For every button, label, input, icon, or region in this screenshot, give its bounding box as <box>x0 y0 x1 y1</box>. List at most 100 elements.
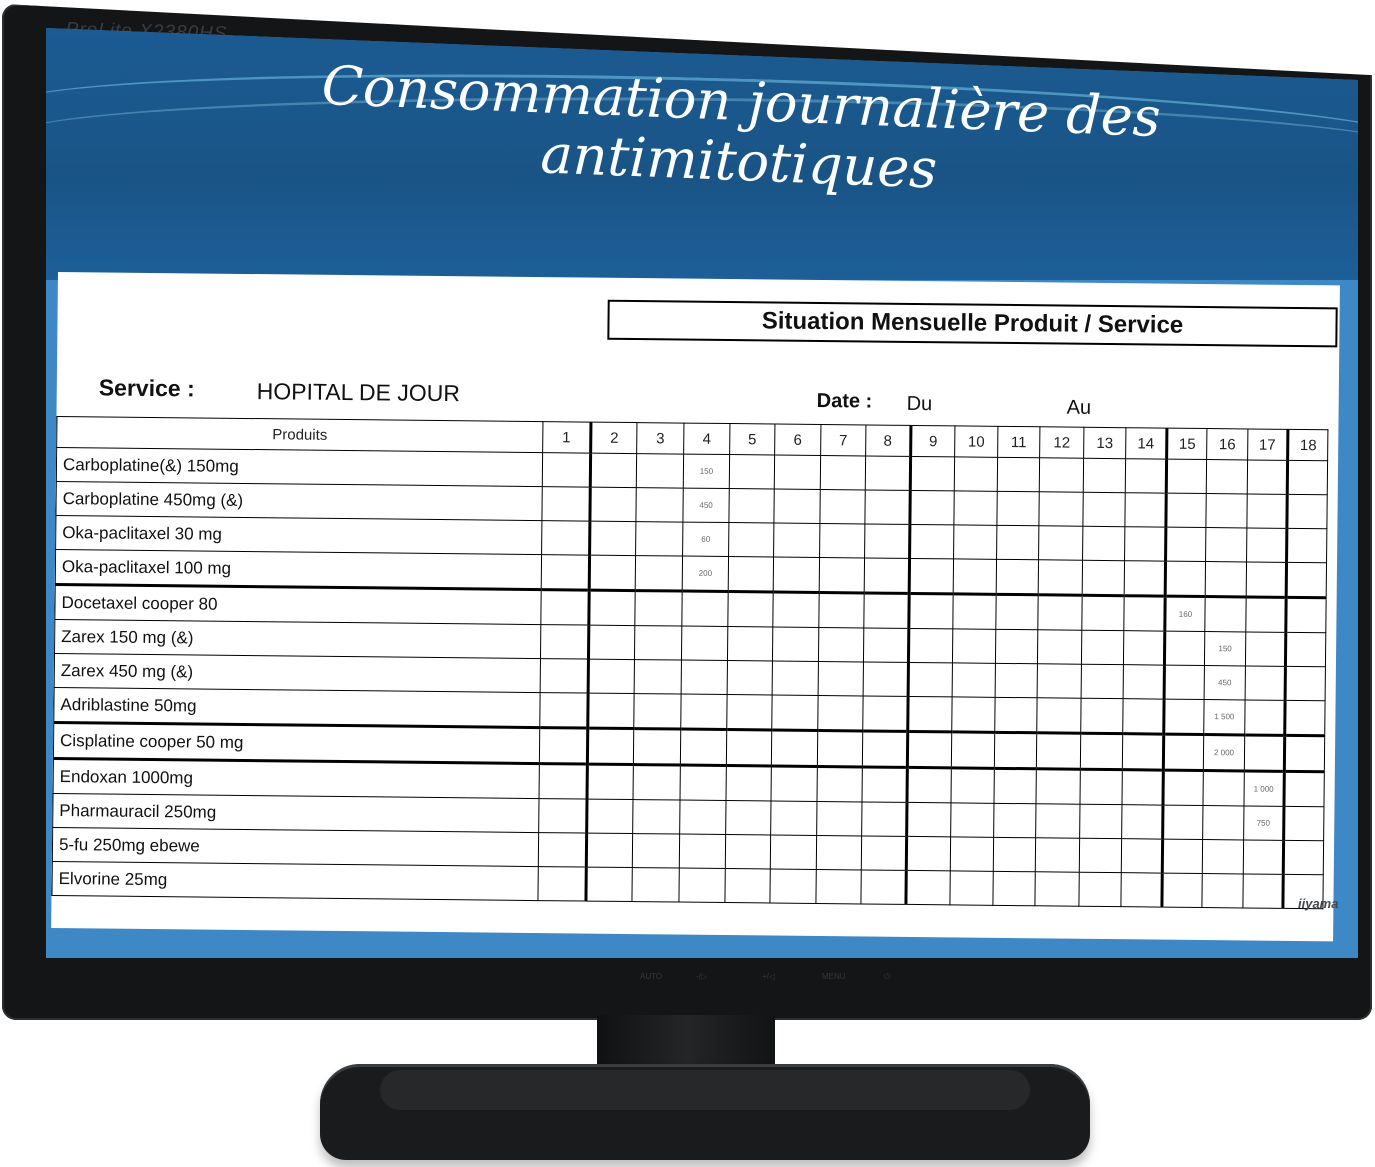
day-cell <box>818 627 864 662</box>
day-column-header: 7 <box>820 424 866 456</box>
day-cell <box>725 800 771 835</box>
monitor-control-button[interactable]: MENU <box>822 972 846 981</box>
day-cell <box>678 868 726 903</box>
day-cell <box>726 729 772 766</box>
monitor-control-button[interactable]: +/◁ <box>762 972 775 981</box>
day-cell <box>1124 560 1166 597</box>
day-cell <box>541 554 590 591</box>
day-cell <box>1162 839 1203 874</box>
day-cell <box>861 835 907 871</box>
product-name: Pharmauracil 250mg <box>52 793 540 833</box>
day-cell <box>538 798 588 834</box>
day-cell-value: 750 <box>1243 805 1284 841</box>
day-cell <box>1121 804 1163 840</box>
product-name: Endoxan 1000mg <box>53 758 540 799</box>
day-cell <box>1286 494 1328 529</box>
day-cell <box>587 728 634 765</box>
day-cell <box>1038 559 1083 596</box>
day-cell <box>909 490 955 525</box>
day-cell <box>1080 733 1123 770</box>
day-column-header: 17 <box>1247 428 1288 461</box>
day-cell <box>1081 630 1124 665</box>
day-cell-value: 1 000 <box>1243 770 1285 807</box>
day-cell <box>590 453 637 488</box>
day-cell <box>1163 699 1205 735</box>
monitor-control-button[interactable]: AUTO <box>640 972 662 981</box>
day-cell <box>864 557 910 594</box>
day-cell <box>1202 770 1245 806</box>
day-cell <box>1080 698 1124 734</box>
day-cell <box>1201 873 1244 908</box>
day-cell <box>907 731 952 768</box>
day-column-header: 4 <box>683 423 730 455</box>
day-cell <box>636 453 684 489</box>
day-cell <box>992 871 1036 906</box>
day-column-header: 5 <box>729 423 775 456</box>
day-cell <box>910 456 955 491</box>
day-cell <box>1246 561 1287 598</box>
day-cell <box>1035 803 1080 839</box>
day-cell <box>1247 459 1288 495</box>
day-cell <box>1165 493 1207 528</box>
day-cell <box>950 802 994 838</box>
day-cell <box>952 628 996 664</box>
date-label: Date : <box>816 389 873 413</box>
day-cell <box>1122 698 1165 735</box>
day-cell <box>681 591 729 627</box>
day-cell <box>1283 840 1324 875</box>
day-cell <box>771 729 818 767</box>
day-cell <box>1285 597 1327 633</box>
day-column-header: 2 <box>590 422 637 454</box>
day-cell <box>539 763 588 800</box>
product-name: Cisplatine cooper 50 mg <box>53 722 540 764</box>
day-cell <box>1123 595 1166 632</box>
day-cell <box>633 693 682 730</box>
day-cell <box>861 766 908 803</box>
day-cell <box>954 456 998 492</box>
monitor-control-button[interactable]: ⏻ <box>884 972 890 982</box>
day-cell <box>681 660 728 695</box>
day-cell <box>585 867 633 902</box>
day-cell <box>864 523 910 559</box>
day-cell <box>1205 493 1248 528</box>
day-column-header: 16 <box>1206 428 1248 460</box>
day-cell <box>633 728 681 766</box>
day-cell <box>632 799 681 835</box>
day-column-header: 1 <box>542 421 591 454</box>
product-name: Oka-paclitaxel 100 mg <box>55 549 542 590</box>
monitor-base-top <box>380 1070 1030 1110</box>
day-cell <box>1082 560 1125 596</box>
day-cell <box>1284 700 1326 736</box>
day-cell <box>993 837 1036 872</box>
monitor-control-button[interactable]: -/▷ <box>696 972 707 981</box>
day-cell-value: 1 500 <box>1203 699 1246 735</box>
day-cell <box>679 800 727 835</box>
brand-logo: iiyama <box>1298 896 1339 911</box>
day-cell <box>816 835 862 870</box>
day-cell <box>771 695 819 731</box>
day-cell <box>679 834 726 869</box>
day-cell <box>1036 732 1081 770</box>
day-cell <box>817 730 863 767</box>
day-cell <box>1205 527 1247 562</box>
day-cell <box>908 593 954 629</box>
day-cell <box>1205 561 1247 597</box>
day-cell <box>862 730 908 768</box>
day-cell <box>1242 873 1284 909</box>
day-cell <box>949 870 994 906</box>
day-cell <box>774 455 821 490</box>
day-cell <box>1285 666 1326 701</box>
day-cell <box>1162 770 1204 806</box>
day-cell <box>861 801 907 837</box>
day-cell <box>635 487 684 523</box>
day-cell <box>681 626 728 661</box>
day-cell <box>724 868 771 903</box>
day-cell <box>863 627 909 663</box>
product-name: Adriblastine 50mg <box>53 687 541 728</box>
day-cell <box>995 629 1038 664</box>
day-cell-value: 450 <box>682 488 730 523</box>
day-column-header: 13 <box>1083 427 1126 459</box>
product-name: Carboplatine 450mg (&) <box>55 481 543 521</box>
day-cell <box>770 765 818 802</box>
day-cell <box>953 558 997 595</box>
